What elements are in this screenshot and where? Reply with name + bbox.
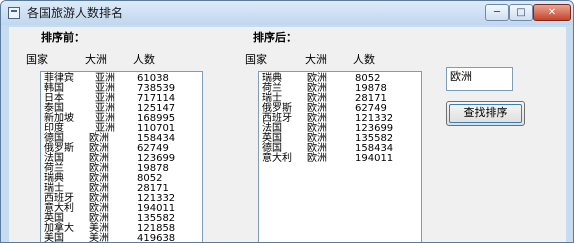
before-col-country: 国家	[26, 53, 48, 66]
count-cell: 419638	[137, 233, 176, 243]
client-area: 排序前： 国家 大洲 人数 菲律宾 亚洲 61038 韩国 亚洲 738539 日本 亚洲 71…	[9, 27, 566, 243]
before-listbox[interactable]: 菲律宾 亚洲 61038 韩国 亚洲 738539 日本 亚洲 717114 泰国 亚洲 125147…	[40, 71, 203, 243]
close-button[interactable]: ✕	[533, 4, 571, 21]
minimize-button[interactable]: ─	[485, 4, 509, 21]
after-col-continent: 大洲	[305, 53, 327, 66]
country-cell: 美国	[44, 233, 64, 243]
app-window: 各国旅游人数排名 ─ □ ✕ 排序前： 国家 大洲 人数 菲律宾 亚洲 61038 韩…	[0, 0, 574, 243]
continent-cell: 欧洲	[307, 153, 327, 164]
continent-cell: 美洲	[89, 233, 109, 243]
app-icon[interactable]	[8, 7, 20, 19]
before-heading: 排序前：	[41, 31, 85, 44]
search-sort-button[interactable]: 查找排序	[446, 101, 525, 126]
continent-input[interactable]: 欧洲	[446, 67, 513, 91]
window-title: 各国旅游人数排名	[27, 6, 124, 20]
maximize-button[interactable]: □	[509, 4, 533, 21]
list-item[interactable]: 美国 美洲 419638	[41, 233, 202, 243]
after-heading: 排序后：	[253, 31, 297, 44]
title-bar[interactable]: 各国旅游人数排名 ─ □ ✕	[1, 1, 573, 25]
after-col-country: 国家	[245, 53, 267, 66]
before-col-continent: 大洲	[85, 53, 107, 66]
country-cell: 意大利	[262, 153, 292, 164]
list-item[interactable]: 意大利 欧洲 194011	[259, 153, 421, 164]
button-focus-ring	[449, 104, 522, 123]
after-col-count: 人数	[353, 53, 375, 66]
before-col-count: 人数	[133, 53, 155, 66]
count-cell: 194011	[355, 153, 394, 164]
after-listbox[interactable]: 瑞典 欧洲 8052 荷兰 欧洲 19878 瑞士 欧洲 28171 俄罗斯 欧洲 62749 西班牙欧…	[258, 71, 422, 242]
